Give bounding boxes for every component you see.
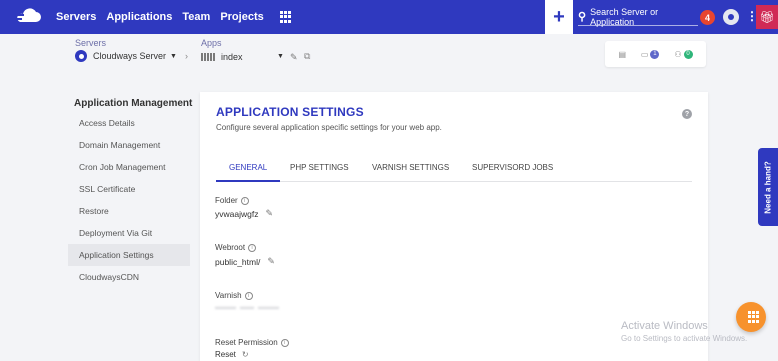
- reset-permission-label: Reset Permission i: [215, 338, 289, 347]
- tab-varnish-settings[interactable]: VARNISH SETTINGS: [372, 163, 449, 172]
- nav-applications[interactable]: Applications: [106, 11, 172, 23]
- edit-webroot-icon[interactable]: ✎: [267, 256, 275, 267]
- active-tab-indicator: [216, 180, 280, 182]
- caret-down-icon: ▼: [170, 52, 177, 60]
- users-indicator[interactable]: ⚇ 0: [674, 49, 693, 59]
- folder-label: Folder i: [215, 196, 249, 205]
- servers-label: Servers: [75, 38, 107, 48]
- search-icon: ⚲: [578, 11, 587, 23]
- folder-text: yvwaajwgfz: [215, 208, 259, 219]
- server-list-icon[interactable]: ▤: [618, 50, 626, 59]
- edit-app-icon[interactable]: ✎: [290, 52, 298, 63]
- info-icon[interactable]: i: [280, 338, 289, 347]
- info-icon[interactable]: i: [240, 196, 249, 205]
- sidebar-item-restore[interactable]: Restore: [68, 200, 190, 222]
- windows-activation-watermark: Activate Windows Go to Settings to activ…: [621, 320, 747, 343]
- chevron-right-icon: ›: [185, 51, 188, 61]
- search-input[interactable]: ⚲ Search Server or Application: [578, 6, 698, 27]
- gift-icon[interactable]: 🎁︎: [756, 5, 778, 29]
- tab-php-settings[interactable]: PHP SETTINGS: [290, 163, 349, 172]
- info-icon[interactable]: i: [244, 291, 253, 300]
- server-selector[interactable]: Cloudways Server ▼: [75, 50, 177, 62]
- need-a-hand-tab[interactable]: Need a hand?: [758, 148, 778, 226]
- sidebar-item-cron-job-management[interactable]: Cron Job Management: [68, 156, 190, 178]
- settings-tabs: GENERAL PHP SETTINGS VARNISH SETTINGS SU…: [216, 154, 692, 182]
- reset-text[interactable]: Reset: [215, 350, 236, 359]
- tab-general[interactable]: GENERAL: [229, 163, 267, 172]
- nav-projects[interactable]: Projects: [220, 11, 263, 23]
- watermark-title: Activate Windows: [621, 320, 708, 332]
- webroot-value: public_html/ ✎: [215, 256, 275, 267]
- page-title: APPLICATION SETTINGS: [216, 105, 364, 119]
- reset-permission-action[interactable]: Reset ↻: [215, 350, 249, 359]
- tasks-count: 1: [650, 49, 660, 59]
- app-icon: [201, 53, 215, 61]
- page-subtitle: Configure several application specific s…: [216, 123, 442, 132]
- apps-grid-icon[interactable]: [279, 11, 292, 23]
- toolbar-box: ▤ ▭ 1 ⚇ 0: [605, 41, 706, 67]
- app-selector[interactable]: index: [201, 52, 243, 62]
- nav-servers[interactable]: Servers: [56, 11, 96, 23]
- notification-badge[interactable]: 4: [700, 10, 715, 25]
- sidebar-heading: Application Management: [74, 98, 193, 109]
- app-name: index: [221, 52, 243, 62]
- tab-supervisord-jobs[interactable]: SUPERVISORD JOBS: [472, 163, 553, 172]
- watermark-subtitle: Go to Settings to activate Windows.: [621, 334, 748, 343]
- cloudways-logo-icon[interactable]: [12, 0, 46, 34]
- nav-team[interactable]: Team: [182, 11, 210, 23]
- grid-icon: [748, 311, 760, 323]
- tasks-indicator[interactable]: ▭ 1: [641, 49, 660, 59]
- floating-menu-button[interactable]: [736, 302, 766, 332]
- server-icon: [75, 50, 87, 62]
- help-icon[interactable]: ?: [682, 109, 692, 119]
- sidebar-item-deployment-via-git[interactable]: Deployment Via Git: [68, 222, 190, 244]
- top-nav-bar: Servers Applications Team Projects + ⚲ S…: [0, 0, 778, 34]
- users-count: 0: [683, 49, 693, 59]
- user-avatar[interactable]: [723, 9, 739, 25]
- edit-folder-icon[interactable]: ✎: [265, 208, 273, 219]
- external-link-icon[interactable]: ⧉: [304, 51, 310, 62]
- sidebar-item-domain-management[interactable]: Domain Management: [68, 134, 190, 156]
- refresh-icon[interactable]: ↻: [242, 350, 249, 359]
- sidebar-item-access-details[interactable]: Access Details: [68, 112, 190, 134]
- varnish-label: Varnish i: [215, 291, 253, 300]
- apps-label: Apps: [201, 38, 222, 48]
- caret-down-icon[interactable]: ▼: [277, 53, 284, 60]
- folder-value: yvwaajwgfz ✎: [215, 208, 273, 219]
- search-placeholder: Search Server or Application: [590, 6, 659, 27]
- webroot-label: Webroot i: [215, 243, 257, 252]
- sidebar-item-application-settings[interactable]: Application Settings: [68, 244, 190, 266]
- add-button[interactable]: +: [545, 0, 573, 34]
- info-icon[interactable]: i: [248, 243, 257, 252]
- sidebar-item-ssl-certificate[interactable]: SSL Certificate: [68, 178, 190, 200]
- varnish-toggle-placeholder[interactable]: ▬▬▬ ▬▬ ▬▬▬: [215, 304, 279, 311]
- webroot-text: public_html/: [215, 256, 261, 267]
- server-name: Cloudways Server: [93, 51, 167, 61]
- sidebar-item-cloudwayscdn[interactable]: CloudwaysCDN: [68, 266, 190, 288]
